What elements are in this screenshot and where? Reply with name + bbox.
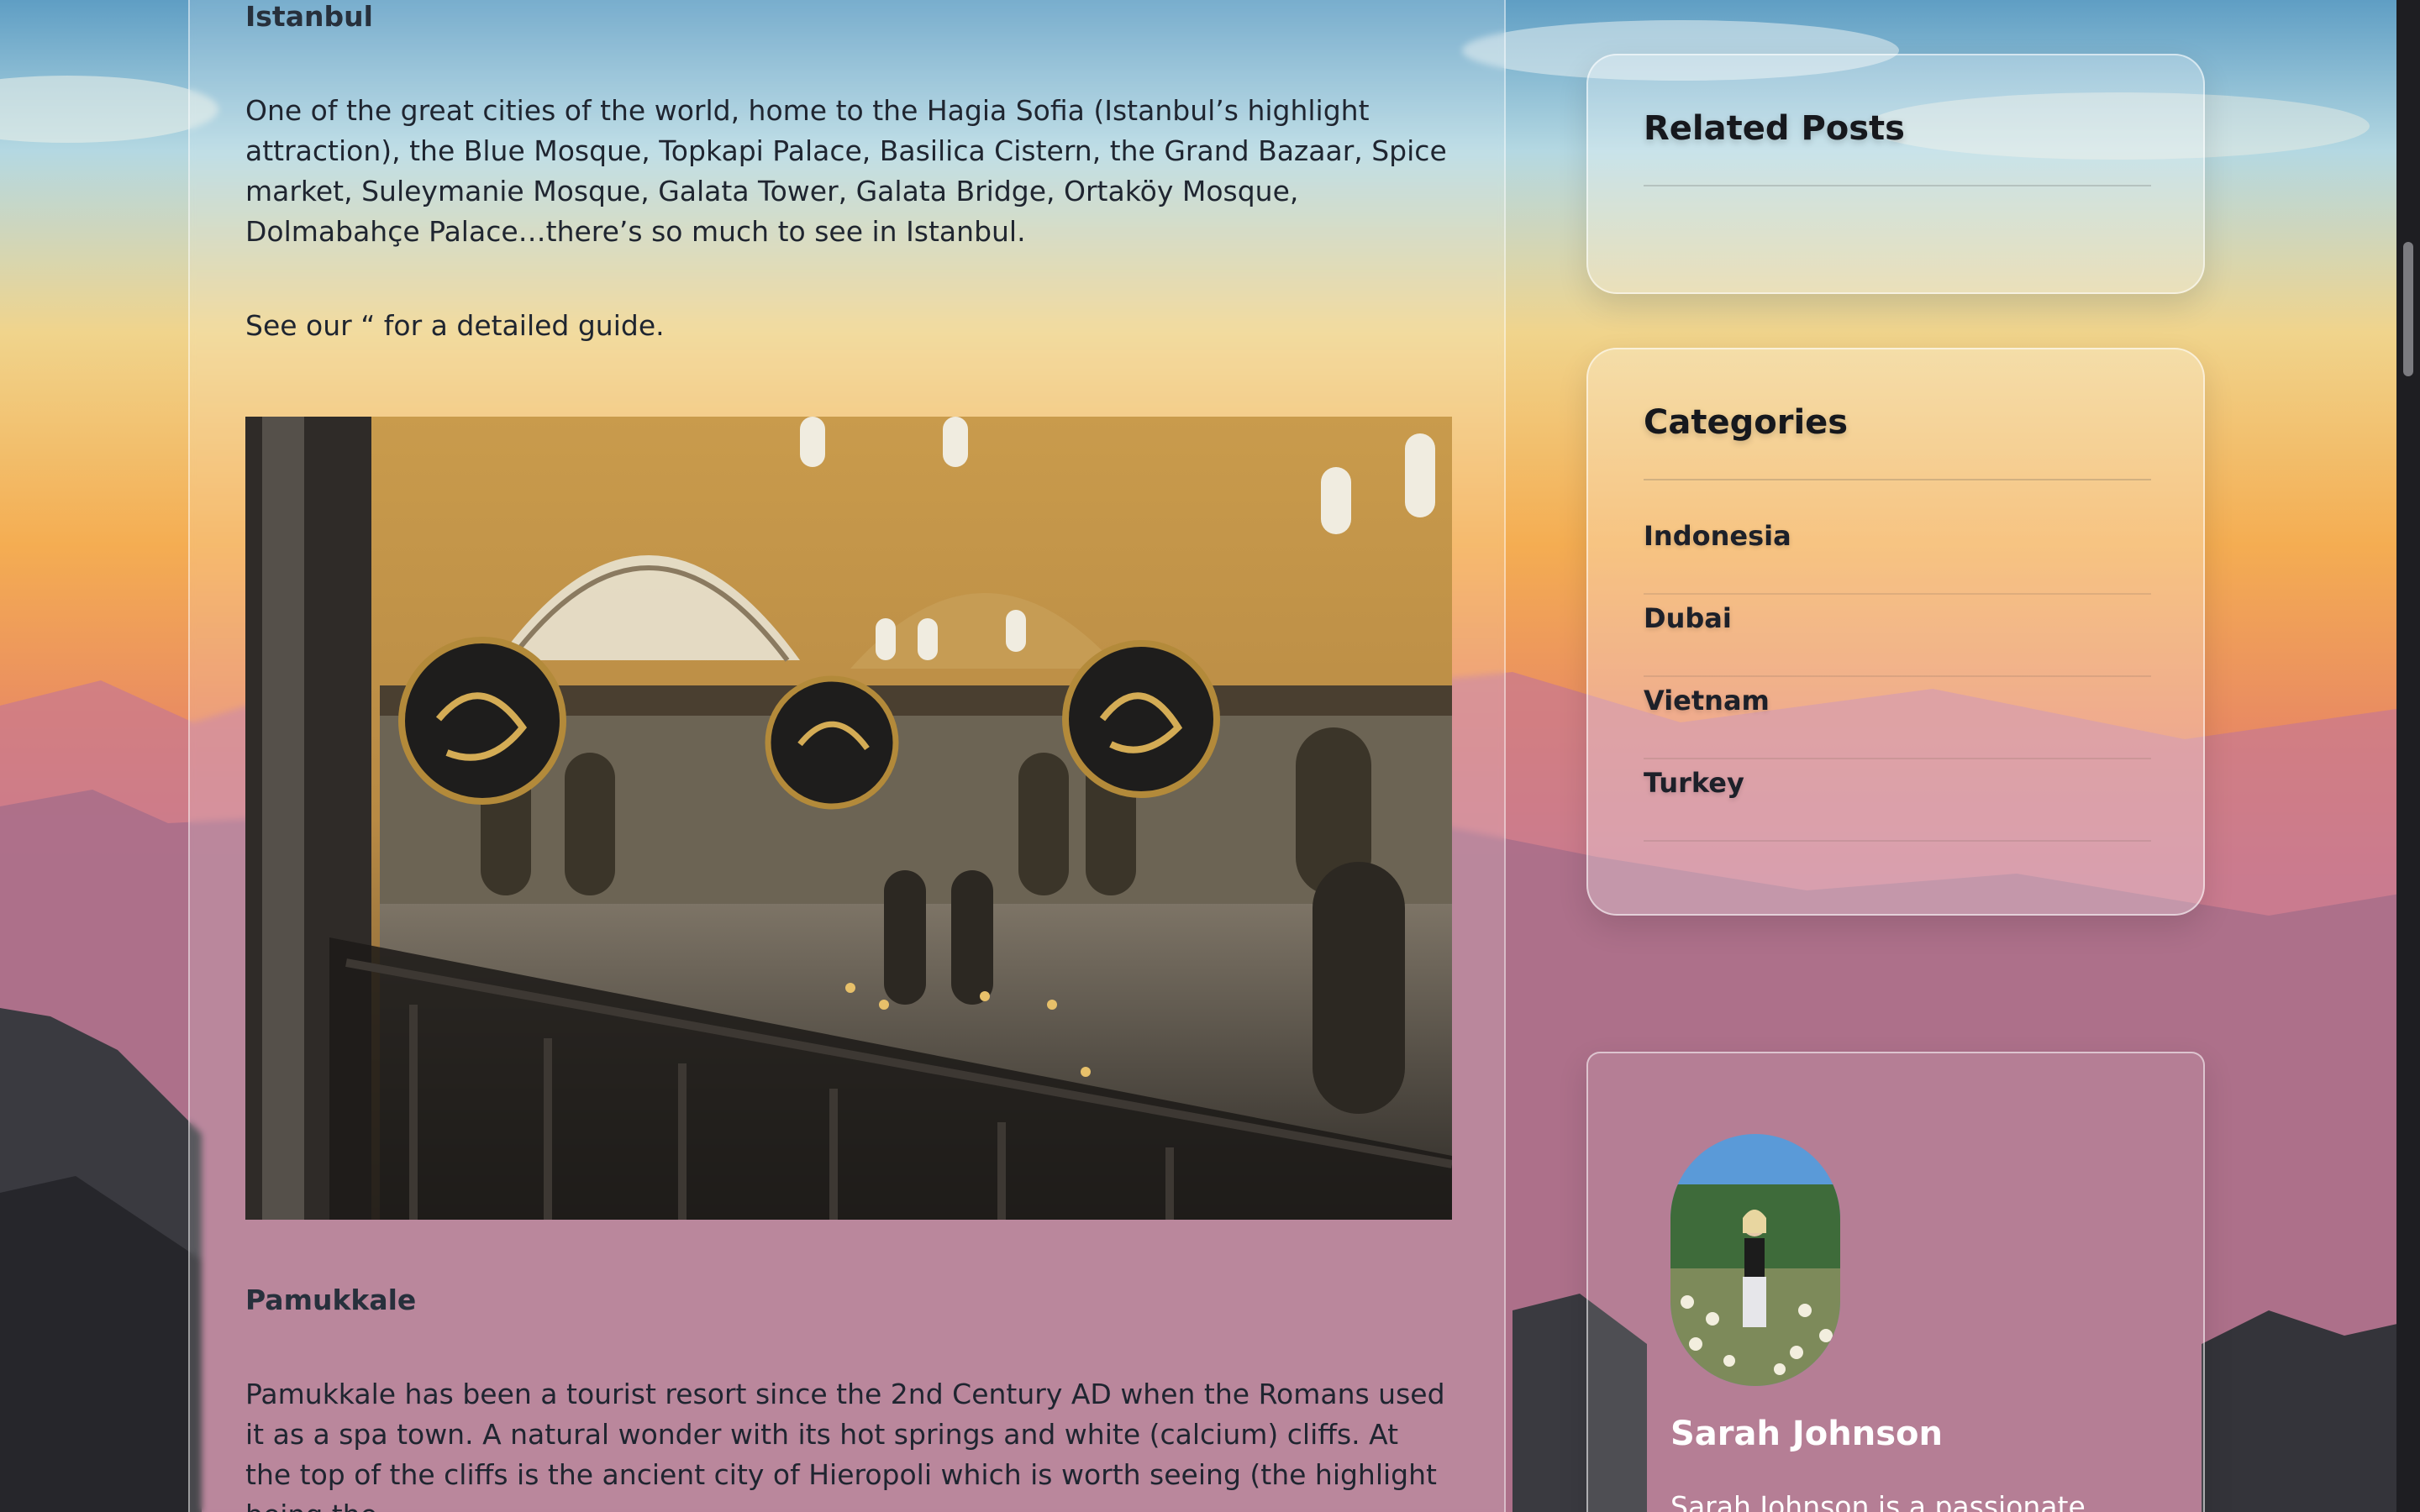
- hagia-sophia-image: [245, 417, 1452, 1220]
- author-bio: Sarah Johnson is a passionate: [1670, 1490, 2086, 1512]
- scrollbar-thumb[interactable]: [2403, 242, 2413, 376]
- pamukkale-paragraph: Pamukkale has been a tourist resort sinc…: [245, 1378, 1445, 1512]
- pamukkale-section: Pamukkale Pamukkale has been a tourist r…: [245, 1284, 1455, 1512]
- categories-widget: Categories Indonesia Dubai Vietnam Turke…: [1586, 348, 2205, 916]
- istanbul-paragraph: One of the great cities of the world, ho…: [245, 94, 1447, 248]
- categories-title: Categories: [1644, 403, 1849, 442]
- related-posts-widget: Related Posts: [1586, 54, 2205, 294]
- author-avatar: [1670, 1134, 1840, 1386]
- category-indonesia[interactable]: Indonesia: [1644, 512, 2151, 595]
- pamukkale-heading: Pamukkale: [245, 1284, 417, 1316]
- hagia-sophia-photo: [245, 417, 1452, 1220]
- categories-divider: [1644, 479, 2151, 480]
- category-dubai[interactable]: Dubai: [1644, 595, 2151, 677]
- author-widget: Sarah Johnson Sarah Johnson is a passion…: [1586, 1052, 2205, 1512]
- category-vietnam[interactable]: Vietnam: [1644, 677, 2151, 759]
- related-posts-divider: [1644, 185, 2151, 186]
- article-content: Istanbul One of the great cities of the …: [188, 0, 1506, 1512]
- page-scrollbar[interactable]: [2396, 0, 2420, 1512]
- istanbul-heading: Istanbul: [245, 0, 373, 33]
- related-posts-title: Related Posts: [1644, 109, 1905, 148]
- author-name: Sarah Johnson: [1670, 1415, 1944, 1453]
- category-turkey[interactable]: Turkey: [1644, 759, 2151, 842]
- author-photo: [1670, 1134, 1840, 1386]
- article-body: Istanbul One of the great cities of the …: [245, 0, 1455, 346]
- guide-paragraph: See our “ for a detailed guide.: [245, 309, 665, 342]
